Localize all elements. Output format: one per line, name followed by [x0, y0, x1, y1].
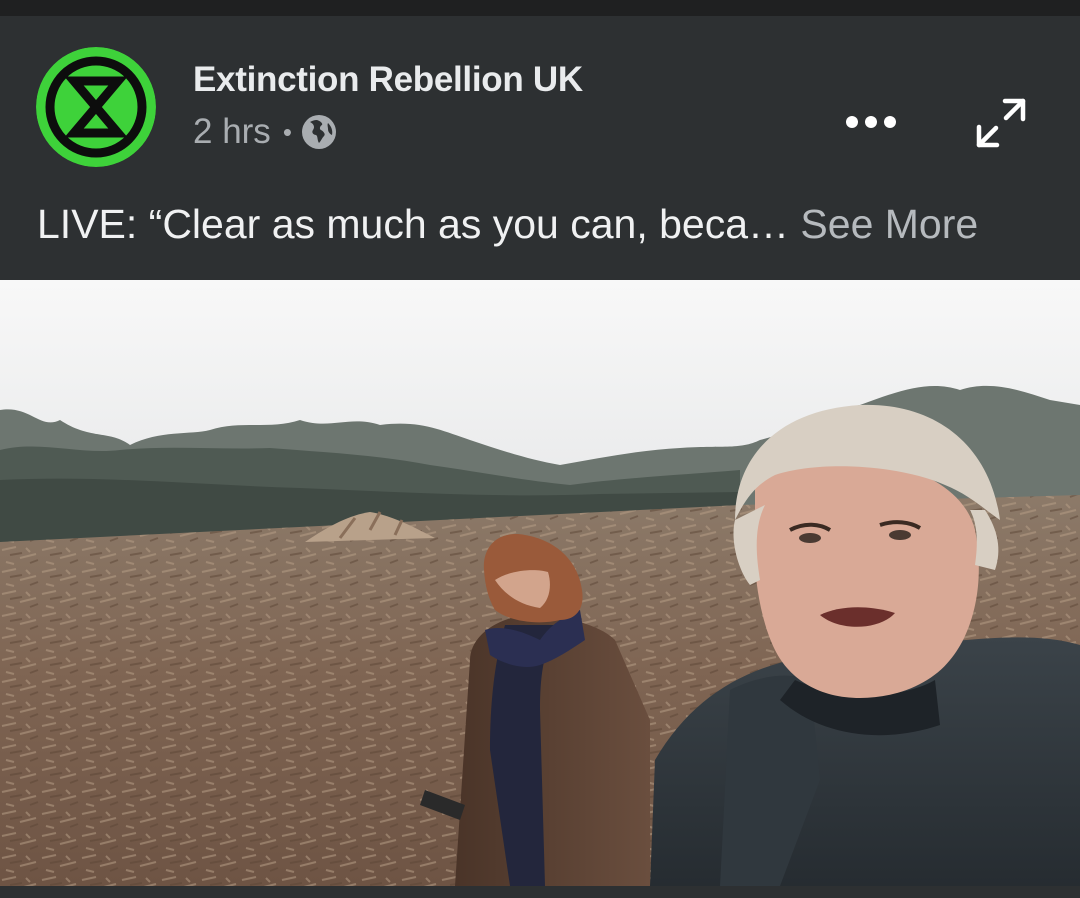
caption-text: LIVE: “Clear as much as you can, beca… [37, 201, 790, 247]
globe-icon [301, 114, 337, 150]
live-video-frame[interactable] [0, 280, 1080, 886]
more-horizontal-icon [846, 116, 896, 128]
post-header: Extinction Rebellion UK 2 hrs • LIVE: “C… [0, 16, 1080, 280]
see-more-link[interactable]: See More [800, 201, 978, 247]
more-options-button[interactable] [836, 92, 906, 152]
video-still-image [0, 280, 1080, 886]
author-name[interactable]: Extinction Rebellion UK [193, 60, 583, 100]
status-strip [0, 0, 1080, 16]
expand-button[interactable] [966, 88, 1036, 158]
expand-icon [976, 98, 1026, 148]
extinction-symbol-logo [36, 47, 156, 167]
page-avatar[interactable] [36, 47, 156, 167]
meta-separator: • [282, 116, 292, 147]
bottom-strip [0, 886, 1080, 898]
post-timestamp[interactable]: 2 hrs [193, 112, 271, 152]
post-caption[interactable]: LIVE: “Clear as much as you can, beca… S… [37, 201, 1047, 248]
post-meta: 2 hrs • [193, 112, 337, 152]
